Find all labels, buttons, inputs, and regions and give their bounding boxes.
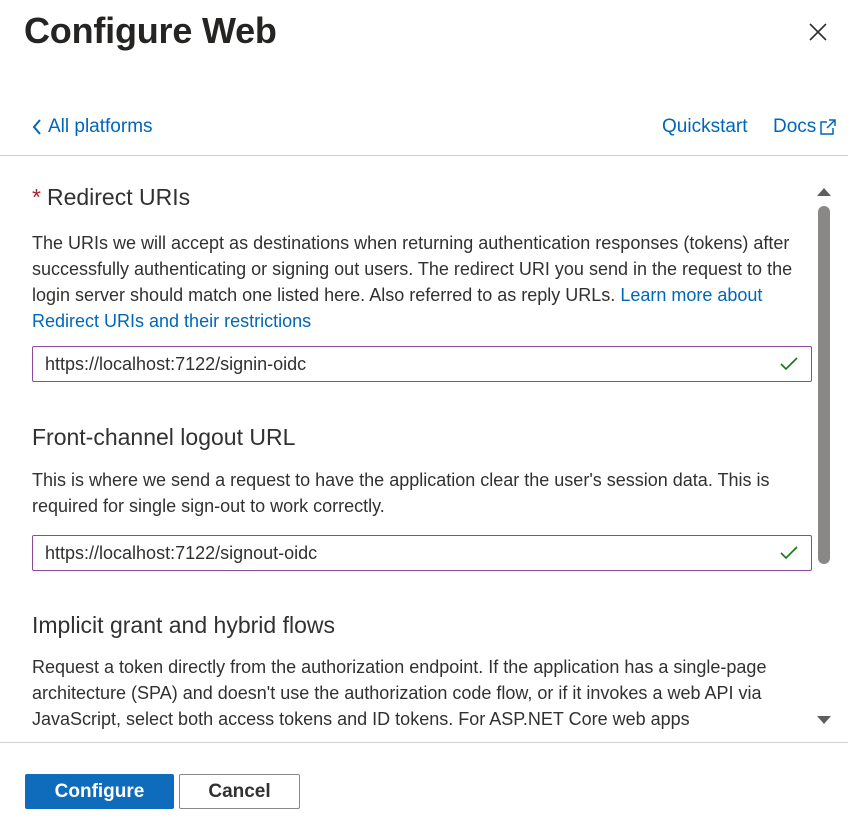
external-link-icon (820, 119, 837, 135)
scroll-area[interactable]: * Redirect URIs The URIs we will accept a… (0, 156, 848, 742)
front-channel-logout-input[interactable]: https://localhost:7122/signout-oidc (32, 535, 812, 571)
checkmark-icon (780, 546, 798, 560)
footer-divider (0, 742, 848, 743)
triangle-down-icon (817, 716, 831, 724)
redirect-uris-title: Redirect URIs (46, 184, 191, 210)
page-title: Configure Web (24, 10, 277, 51)
front-channel-logout-value: https://localhost:7122/signout-oidc (45, 542, 318, 563)
required-marker: * (32, 184, 41, 210)
front-channel-logout-description: This is where we send a request to have … (32, 470, 770, 516)
checkmark-icon (780, 357, 798, 371)
configure-button[interactable]: Configure (25, 774, 174, 809)
docs-label: Docs (773, 116, 817, 137)
cancel-button[interactable]: Cancel (179, 774, 300, 809)
redirect-uris-heading: * Redirect URIs (32, 184, 190, 211)
chevron-left-icon (32, 119, 41, 135)
all-platforms-link[interactable]: All platforms (32, 116, 153, 138)
scrollbar-thumb[interactable] (818, 206, 830, 564)
redirect-uri-value: https://localhost:7122/signin-oidc (45, 353, 307, 374)
front-channel-logout-title: Front-channel logout URL (32, 424, 296, 450)
implicit-grant-title: Implicit grant and hybrid flows (32, 612, 335, 638)
nav-row: All platforms Quickstart Docs (0, 112, 848, 144)
redirect-uris-description: The URIs we will accept as destinations … (32, 230, 812, 334)
quickstart-link[interactable]: Quickstart (662, 116, 748, 138)
close-icon (809, 23, 827, 41)
scroll-down-arrow[interactable] (814, 714, 834, 728)
redirect-uri-input[interactable]: https://localhost:7122/signin-oidc (32, 346, 812, 382)
implicit-grant-description: Request a token directly from the author… (32, 657, 767, 729)
triangle-up-icon (817, 188, 831, 196)
scroll-up-arrow[interactable] (814, 184, 834, 198)
docs-link[interactable]: Docs (773, 116, 837, 138)
close-button[interactable] (800, 14, 836, 50)
all-platforms-label: All platforms (48, 116, 153, 137)
